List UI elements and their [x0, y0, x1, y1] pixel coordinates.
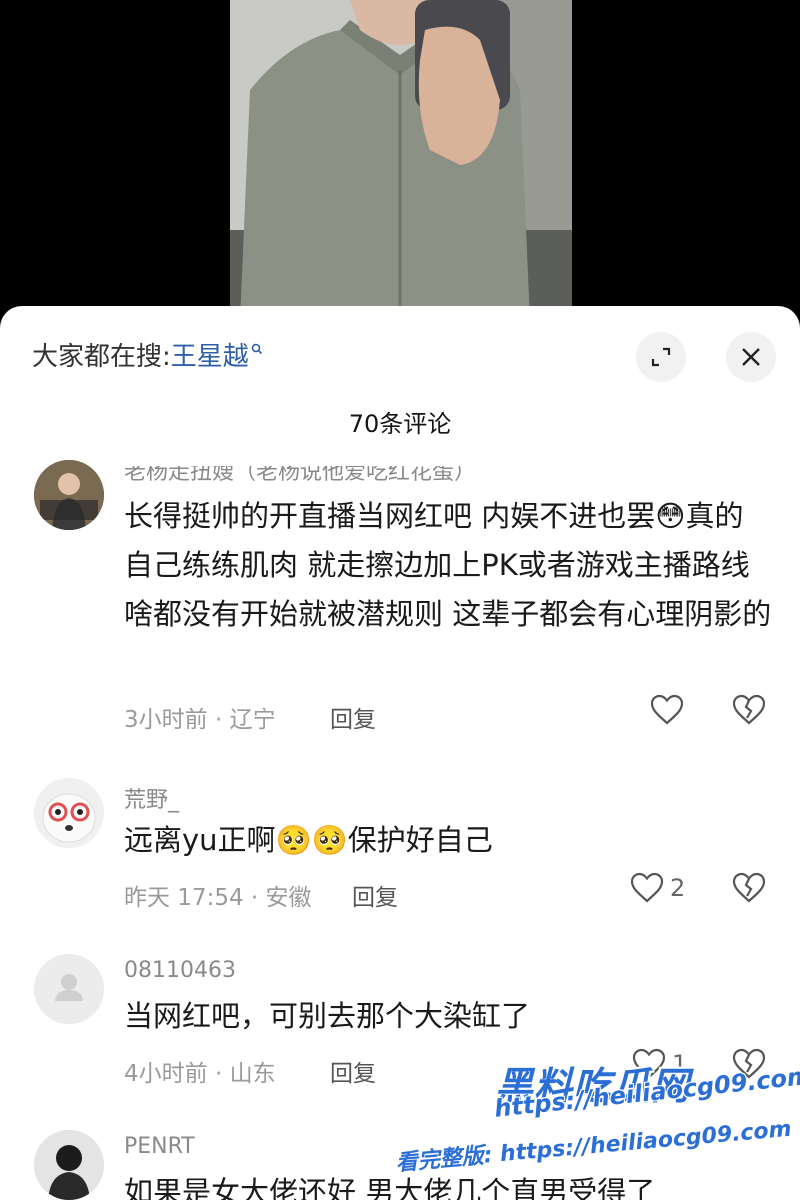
default-user-icon — [34, 954, 104, 1024]
trending-search-label: 大家都在搜: — [32, 342, 171, 372]
avatar[interactable] — [34, 1130, 104, 1200]
heart-outline-icon — [630, 872, 664, 903]
heart-outline-icon — [650, 694, 684, 725]
avatar[interactable] — [34, 778, 104, 848]
avatar[interactable] — [34, 460, 104, 530]
like-button[interactable] — [650, 694, 684, 726]
reply-button[interactable]: 回复 — [352, 878, 398, 912]
video-frame — [230, 0, 572, 320]
broken-heart-icon — [732, 1048, 766, 1079]
like-button[interactable]: 2 — [630, 872, 685, 904]
expand-button[interactable] — [636, 332, 686, 382]
avatar[interactable] — [34, 954, 104, 1024]
comment-meta: 3小时前 · 辽宁 — [124, 707, 276, 733]
comment-username[interactable]: 荒野_ — [124, 782, 179, 814]
close-button[interactable] — [726, 332, 776, 382]
like-button[interactable]: 1 — [632, 1048, 687, 1080]
comment-username[interactable]: PENRT — [124, 1134, 195, 1159]
reply-button[interactable]: 回复 — [330, 700, 376, 734]
comment-count-title: 70条评论 — [348, 410, 452, 438]
comment-text: 长得挺帅的开直播当网红吧 内娱不进也罢😳真的 自己练练肌肉 就走擦边加上PK或者… — [124, 499, 772, 631]
broken-heart-icon — [732, 872, 766, 903]
trending-search-bar[interactable]: 大家都在搜: 王星越 — [32, 336, 263, 373]
comment-username[interactable]: 08110463 — [124, 958, 236, 983]
heart-outline-icon — [632, 1048, 666, 1079]
dislike-button[interactable] — [732, 872, 766, 908]
dislike-button[interactable] — [732, 694, 766, 730]
comment-text: 当网红吧，可别去那个大染缸了 — [124, 999, 531, 1033]
expand-icon — [651, 347, 671, 367]
like-count: 1 — [672, 1050, 688, 1078]
trending-search-term[interactable]: 王星越 — [171, 336, 249, 373]
like-count: 2 — [670, 874, 686, 902]
comment-username[interactable]: 老杨走扭嫂（老杨说他爱吃红花蛋） — [124, 466, 476, 486]
comment-text: 如果是女大佬还好 男大佬几个直男受得了 — [124, 1175, 656, 1200]
broken-heart-icon — [732, 694, 766, 725]
comments-sheet: 大家都在搜: 王星越 70条评论 老杨走扭嫂（老杨说他爱吃红花蛋） 长得挺帅的开… — [0, 306, 800, 1200]
close-icon — [742, 348, 760, 366]
comment-text: 远离yu正啊🥺🥺保护好自己 — [124, 823, 493, 857]
video-player[interactable] — [0, 0, 800, 320]
comment-meta: 昨天 17:54 · 安徽 — [124, 885, 312, 911]
search-icon — [251, 340, 263, 359]
dislike-button[interactable] — [732, 1048, 766, 1084]
reply-button[interactable]: 回复 — [330, 1054, 376, 1088]
comment-meta: 4小时前 · 山东 — [124, 1061, 276, 1087]
video-still-image — [230, 0, 572, 320]
